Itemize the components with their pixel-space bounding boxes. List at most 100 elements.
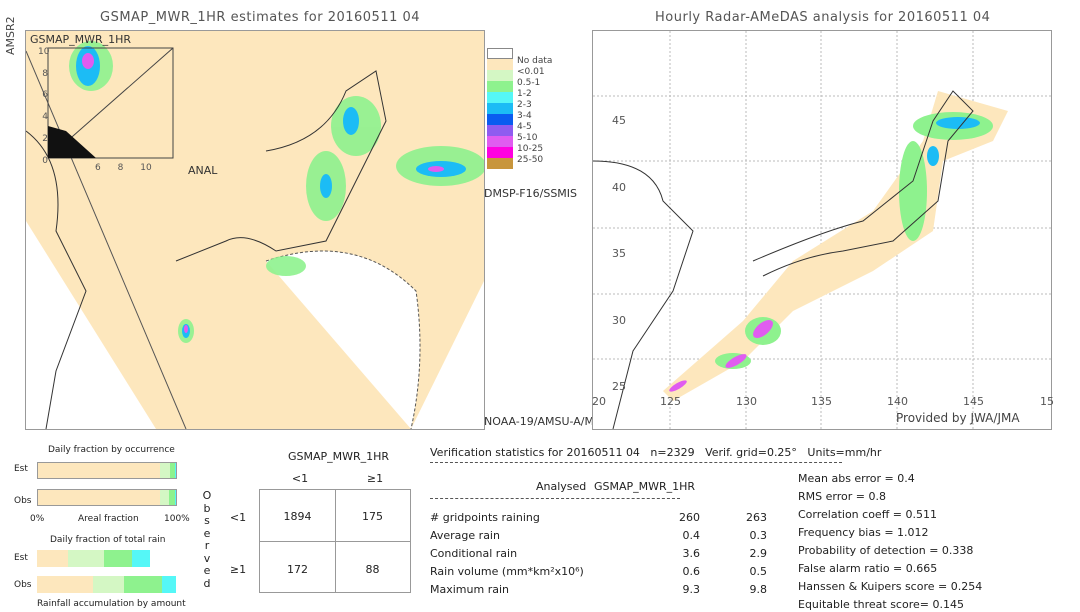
credit-text: Provided by JWA/JMA: [896, 411, 1020, 425]
bar-segment: [174, 490, 176, 505]
total-rain-title: Daily fraction of total rain: [50, 535, 166, 545]
lat-ticks: 45 40 35 30 25: [612, 88, 626, 421]
legend-label: 25-50: [517, 155, 544, 165]
score-line: Frequency bias = 1.012: [798, 526, 929, 539]
stat-analysed: 3.6: [682, 547, 701, 560]
gridlines: [593, 31, 1051, 429]
legend-swatch: [487, 81, 513, 92]
observed-letter: e: [203, 564, 211, 577]
inset-tick: 10: [140, 163, 152, 173]
occurrence-est-bar: [37, 462, 177, 479]
inset-tick: 10: [38, 47, 50, 57]
inset-tick: 6: [42, 90, 48, 101]
bar-segment: [67, 550, 105, 567]
legend-swatch: [487, 70, 513, 81]
bar-segment: [37, 550, 68, 567]
table-cell: 1894: [283, 510, 312, 523]
score-line: False alarm ratio = 0.665: [798, 562, 938, 575]
est-label: Est: [14, 464, 28, 474]
bar-segment: [38, 490, 161, 505]
observed-letter: d: [203, 576, 211, 590]
axis-left-label: 0%: [30, 514, 45, 524]
sensor-label-amsu: NOAA-19/AMSU-A/M: [484, 415, 594, 428]
legend-swatch: [487, 125, 513, 136]
stat-label: Maximum rain: [430, 583, 509, 596]
legend-label: 10-25: [517, 144, 544, 154]
stat-analysed: 260: [679, 511, 700, 524]
obs-label: Obs: [14, 496, 32, 506]
score-line: Equitable threat score= 0.145: [798, 598, 964, 611]
stat-label: Rain volume (mm*km²x10⁶): [430, 565, 584, 578]
legend-label: 2-3: [517, 100, 532, 110]
legend-swatch: [487, 48, 513, 59]
stat-est: 9.8: [749, 583, 768, 596]
legend-swatch: [487, 92, 513, 103]
right-map-svg: [592, 31, 1051, 430]
observed-letter: s: [204, 514, 210, 527]
bar-segment: [104, 550, 133, 567]
inset-tick: 4: [42, 112, 48, 123]
legend-swatch: [487, 147, 513, 158]
bar-segment: [174, 463, 176, 478]
lat-tick: 30: [612, 313, 626, 327]
right-map: [592, 30, 1052, 430]
score-line: Hanssen & Kuipers score = 0.254: [798, 580, 983, 593]
stats-heading: Verification statistics for 20160511 04 …: [430, 446, 882, 459]
stat-est: 0.3: [749, 529, 768, 542]
stat-analysed: 9.3: [682, 583, 701, 596]
divider: [430, 498, 680, 499]
sensor-label-amsr2: AMSR2: [4, 16, 17, 55]
lon-tick: 140: [887, 395, 908, 408]
lon-tick: 125: [660, 395, 681, 408]
stat-analysed: 0.4: [682, 529, 701, 542]
lat-tick: 35: [612, 247, 626, 260]
bar-segment: [160, 490, 169, 505]
stat-label: # gridpoints raining: [430, 511, 540, 524]
table-cell: 175: [362, 510, 383, 523]
occurrence-title: Daily fraction by occurrence: [48, 445, 175, 455]
col-label: ≥1: [366, 472, 384, 485]
inset-y-ticks: 10 8 6 4 2 0: [38, 42, 50, 172]
lat-tick: 40: [612, 180, 626, 194]
est-label: Est: [14, 553, 28, 563]
legend-label: 1-2: [517, 89, 532, 99]
row-label: ≥1: [229, 563, 247, 576]
divider: [430, 462, 842, 463]
table-cell: 172: [287, 563, 308, 576]
lon-tick: 145: [963, 395, 984, 408]
bar-segment: [161, 576, 176, 593]
left-map-svg: [25, 31, 486, 430]
inset-tick: 0: [42, 155, 48, 166]
total-rain-est-bar: [37, 550, 177, 567]
inset-tick: 2: [42, 133, 48, 144]
lat-tick: 25: [612, 380, 626, 393]
col-est: GSMAP_MWR_1HR: [594, 480, 696, 493]
score-line: Mean abs error = 0.4: [798, 472, 915, 485]
observed-letter: r: [204, 539, 210, 552]
legend-label: 3-4: [517, 111, 532, 121]
stat-analysed: 0.6: [682, 565, 701, 578]
bar-segment: [93, 576, 124, 593]
stat-label: Conditional rain: [430, 547, 518, 560]
legend-swatch: [487, 158, 513, 169]
total-rain-footer: Rainfall accumulation by amount: [37, 599, 186, 609]
stat-label: Average rain: [430, 529, 500, 542]
left-map-title: GSMAP_MWR_1HR estimates for 20160511 04: [100, 10, 421, 25]
inset-tick: 8: [42, 68, 48, 79]
legend-label: No data: [517, 56, 553, 66]
total-rain-obs-bar: [37, 576, 177, 593]
lat-tick: 20: [592, 395, 606, 408]
lat-tick: 45: [612, 114, 626, 127]
legend-swatch: [487, 136, 513, 147]
bar-segment: [38, 463, 161, 478]
legend-swatch: [487, 59, 513, 70]
lon-tick: 135: [811, 395, 832, 408]
observed-label: Observed: [202, 489, 212, 590]
stat-est: 0.5: [749, 565, 768, 578]
stat-est: 263: [746, 511, 767, 524]
obs-label: Obs: [14, 580, 32, 590]
legend-swatch: [487, 114, 513, 125]
observed-letter: O: [202, 489, 212, 502]
table-cell: 88: [365, 563, 380, 576]
bar-segment: [132, 550, 151, 567]
